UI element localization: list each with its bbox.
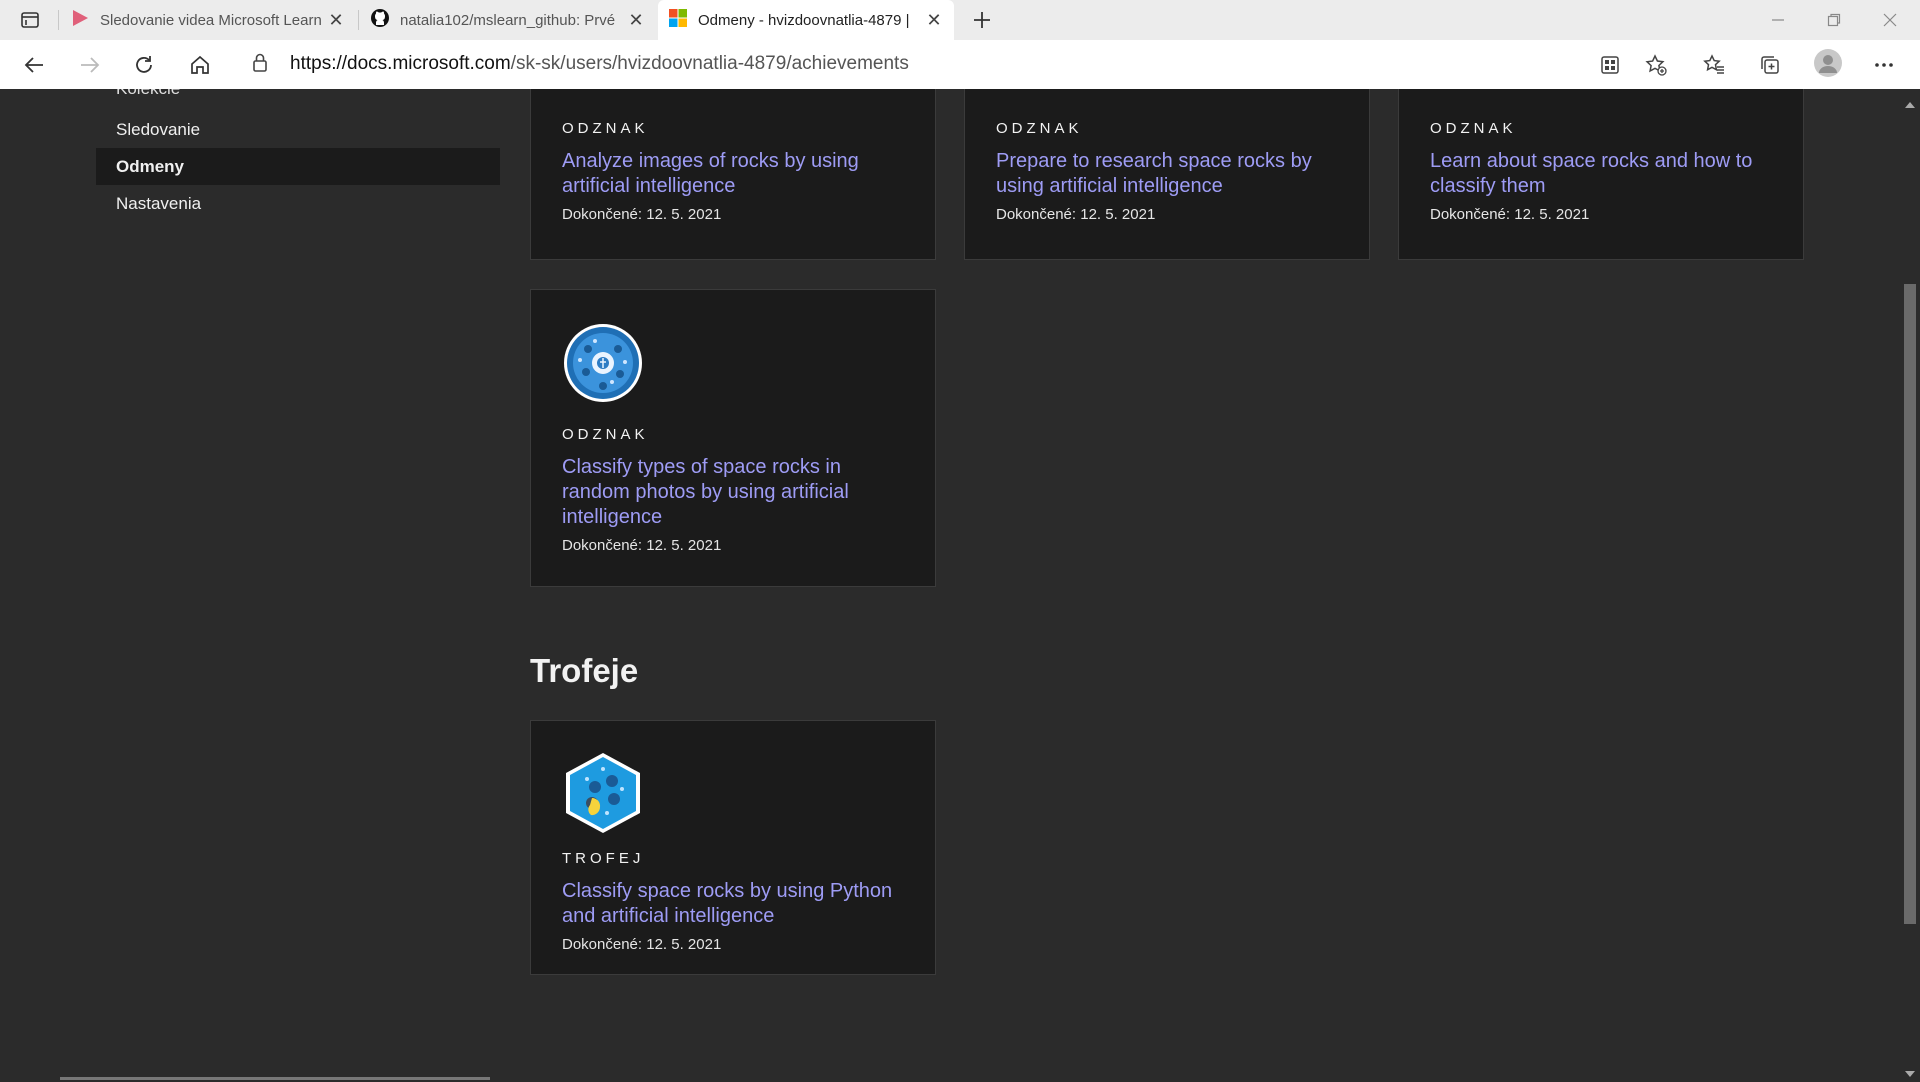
add-favorite-icon[interactable]: [1640, 50, 1672, 80]
badge-title-link[interactable]: Classify types of space rocks in random …: [562, 455, 904, 530]
completion-date: Dokončené: 12. 5. 2021: [562, 206, 722, 223]
badge-card: ODZNAK Learn about space rocks and how t…: [1398, 89, 1804, 260]
close-icon[interactable]: ✕: [924, 10, 944, 31]
tab-bar: Sledovanie videa Microsoft Learn ✕ natal…: [0, 0, 1920, 40]
badge-title-link[interactable]: Prepare to research space rocks by using…: [996, 149, 1338, 199]
tab-title: Sledovanie videa Microsoft Learn: [100, 11, 322, 29]
scroll-down-icon[interactable]: [1905, 1064, 1915, 1082]
minimize-icon[interactable]: [1750, 0, 1806, 40]
tab-actions-icon[interactable]: [12, 6, 48, 34]
profile-avatar-icon[interactable]: [1812, 48, 1844, 78]
completion-date: Dokončené: 12. 5. 2021: [996, 206, 1156, 223]
more-icon[interactable]: [1868, 50, 1900, 80]
completion-date: Dokončené: 12. 5. 2021: [562, 537, 722, 554]
collections-icon[interactable]: [1754, 50, 1786, 80]
tab-achievements[interactable]: Odmeny - hvizdoovnatlia-4879 | ✕: [658, 0, 954, 40]
app-available-icon[interactable]: [1594, 50, 1626, 80]
github-icon: [370, 8, 390, 32]
badge-image: [562, 322, 644, 404]
new-tab-icon[interactable]: [966, 6, 998, 34]
url-domain: https://docs.microsoft.com: [290, 53, 511, 74]
vertical-scrollbar[interactable]: [1900, 89, 1920, 1080]
favorites-icon[interactable]: [1698, 50, 1730, 80]
play-icon: [70, 9, 90, 31]
completion-date: Dokončené: 12. 5. 2021: [562, 936, 722, 953]
url-path: /sk-sk/users/hvizdoovnatlia-4879/achieve…: [510, 53, 909, 74]
side-navigation: Kolekcie Sledovanie Odmeny Nastavenia: [96, 89, 500, 222]
address-toolbar: https://docs.microsoft.com/sk-sk/users/h…: [0, 40, 1920, 90]
restore-icon[interactable]: [1806, 0, 1862, 40]
tab-title: natalia102/mslearn_github: Prvé: [400, 11, 616, 29]
close-window-icon[interactable]: [1862, 0, 1918, 40]
trophy-card: TROFEJ Classify space rocks by using Pyt…: [530, 720, 936, 975]
badge-card: ODZNAK Prepare to research space rocks b…: [964, 89, 1370, 260]
sidebar-item-achievements[interactable]: Odmeny: [96, 148, 500, 185]
badge-kind: ODZNAK: [1430, 120, 1517, 137]
sidebar-item-following[interactable]: Sledovanie: [96, 111, 500, 148]
page-content: Kolekcie Sledovanie Odmeny Nastavenia OD…: [0, 89, 1900, 1080]
refresh-icon[interactable]: [128, 50, 160, 80]
trophies-heading: Trofeje: [530, 652, 639, 689]
trophy-image: [562, 751, 644, 835]
badge-title-link[interactable]: Learn about space rocks and how to class…: [1430, 149, 1772, 199]
back-icon[interactable]: [18, 50, 50, 80]
home-icon[interactable]: [184, 50, 216, 80]
close-icon[interactable]: ✕: [626, 10, 646, 31]
trophy-kind: TROFEJ: [562, 850, 645, 867]
sidebar-item-collections[interactable]: Kolekcie: [96, 89, 500, 111]
close-icon[interactable]: ✕: [326, 10, 346, 31]
sidebar-item-settings[interactable]: Nastavenia: [96, 185, 500, 222]
tab-separator: [58, 10, 59, 30]
badge-title-link[interactable]: Analyze images of rocks by using artific…: [562, 149, 904, 199]
badge-kind: ODZNAK: [562, 426, 649, 443]
microsoft-logo-icon: [668, 8, 688, 32]
badge-kind: ODZNAK: [562, 120, 649, 137]
badge-card: ODZNAK Analyze images of rocks by using …: [530, 89, 936, 260]
trophy-title-link[interactable]: Classify space rocks by using Python and…: [562, 879, 904, 929]
url-field[interactable]: https://docs.microsoft.com/sk-sk/users/h…: [290, 46, 1630, 82]
scroll-up-icon[interactable]: [1905, 95, 1915, 113]
tab-github[interactable]: natalia102/mslearn_github: Prvé ✕: [360, 0, 656, 40]
tab-title: Odmeny - hvizdoovnatlia-4879 |: [698, 11, 910, 29]
scrollbar-thumb[interactable]: [1904, 284, 1916, 924]
tab-separator: [358, 10, 359, 30]
tab-video[interactable]: Sledovanie videa Microsoft Learn ✕: [60, 0, 356, 40]
forward-icon[interactable]: [74, 50, 106, 80]
badge-card: ODZNAK Classify types of space rocks in …: [530, 289, 936, 587]
badge-kind: ODZNAK: [996, 120, 1083, 137]
lock-icon[interactable]: [252, 53, 268, 78]
completion-date: Dokončené: 12. 5. 2021: [1430, 206, 1590, 223]
